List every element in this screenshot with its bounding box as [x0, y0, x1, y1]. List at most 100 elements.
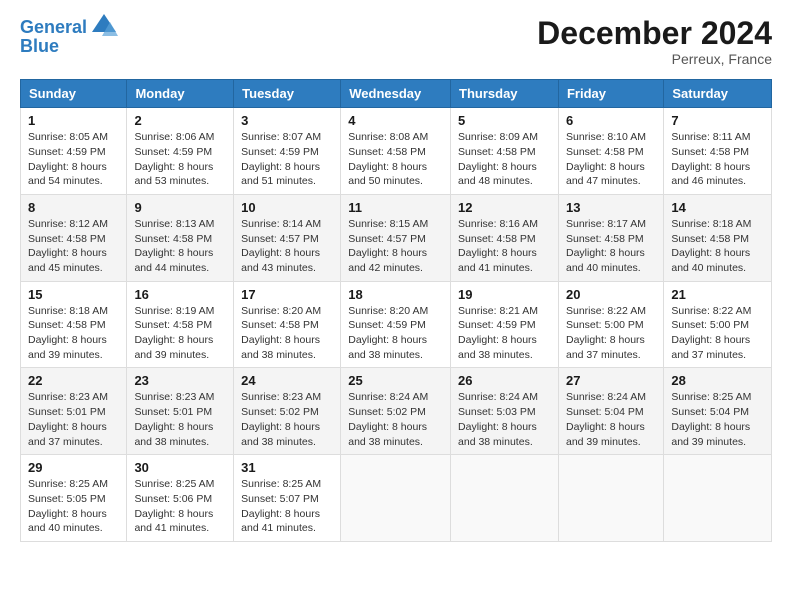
day-number: 23	[134, 373, 226, 388]
day-info: Sunrise: 8:13 AM Sunset: 4:58 PM Dayligh…	[134, 217, 226, 276]
day-cell: 27 Sunrise: 8:24 AM Sunset: 5:04 PM Dayli…	[558, 368, 663, 455]
day-info: Sunrise: 8:25 AM Sunset: 5:05 PM Dayligh…	[28, 477, 119, 536]
day-cell: 15Sunrise: 8:18 AM Sunset: 4:58 PM Dayli…	[21, 281, 127, 368]
day-info: Sunrise: 8:23 AM Sunset: 5:02 PM Dayligh…	[241, 390, 333, 449]
logo-text2: Blue	[20, 36, 59, 58]
day-number: 6	[566, 113, 656, 128]
day-info: Sunrise: 8:25 AM Sunset: 5:06 PM Dayligh…	[134, 477, 226, 536]
week-row-5: 29 Sunrise: 8:25 AM Sunset: 5:05 PM Dayli…	[21, 455, 772, 542]
day-cell: 6 Sunrise: 8:10 AM Sunset: 4:58 PM Daylig…	[558, 108, 663, 195]
day-number: 28	[671, 373, 764, 388]
day-info: Sunrise: 8:19 AM Sunset: 4:58 PM Dayligh…	[134, 304, 226, 363]
title-block: December 2024 Perreux, France	[537, 16, 772, 67]
day-info: Sunrise: 8:22 AM Sunset: 5:00 PM Dayligh…	[566, 304, 656, 363]
day-number: 7	[671, 113, 764, 128]
day-cell: 31Sunrise: 8:25 AM Sunset: 5:07 PM Dayli…	[234, 455, 341, 542]
day-cell: 2 Sunrise: 8:06 AM Sunset: 4:59 PM Daylig…	[127, 108, 234, 195]
day-number: 4	[348, 113, 443, 128]
day-cell: 13 Sunrise: 8:17 AM Sunset: 4:58 PM Dayli…	[558, 194, 663, 281]
day-number: 25	[348, 373, 443, 388]
day-info: Sunrise: 8:24 AM Sunset: 5:02 PM Dayligh…	[348, 390, 443, 449]
day-info: Sunrise: 8:20 AM Sunset: 4:59 PM Dayligh…	[348, 304, 443, 363]
day-number: 19	[458, 287, 551, 302]
day-info: Sunrise: 8:15 AM Sunset: 4:57 PM Dayligh…	[348, 217, 443, 276]
day-number: 20	[566, 287, 656, 302]
day-cell: 5Sunrise: 8:09 AM Sunset: 4:58 PM Daylig…	[451, 108, 559, 195]
col-header-friday: Friday	[558, 80, 663, 108]
day-info: Sunrise: 8:23 AM Sunset: 5:01 PM Dayligh…	[28, 390, 119, 449]
day-cell: 10Sunrise: 8:14 AM Sunset: 4:57 PM Dayli…	[234, 194, 341, 281]
day-number: 18	[348, 287, 443, 302]
header-row: SundayMondayTuesdayWednesdayThursdayFrid…	[21, 80, 772, 108]
day-number: 12	[458, 200, 551, 215]
day-info: Sunrise: 8:25 AM Sunset: 5:04 PM Dayligh…	[671, 390, 764, 449]
day-number: 3	[241, 113, 333, 128]
page: General Blue December 2024 Perreux, Fran…	[0, 0, 792, 612]
day-info: Sunrise: 8:18 AM Sunset: 4:58 PM Dayligh…	[671, 217, 764, 276]
calendar-header: SundayMondayTuesdayWednesdayThursdayFrid…	[21, 80, 772, 108]
col-header-tuesday: Tuesday	[234, 80, 341, 108]
day-number: 14	[671, 200, 764, 215]
day-cell: 8 Sunrise: 8:12 AM Sunset: 4:58 PM Daylig…	[21, 194, 127, 281]
day-number: 15	[28, 287, 119, 302]
day-cell: 20 Sunrise: 8:22 AM Sunset: 5:00 PM Dayli…	[558, 281, 663, 368]
day-number: 9	[134, 200, 226, 215]
location: Perreux, France	[537, 51, 772, 67]
day-cell: 22 Sunrise: 8:23 AM Sunset: 5:01 PM Dayli…	[21, 368, 127, 455]
day-cell: 11 Sunrise: 8:15 AM Sunset: 4:57 PM Dayli…	[341, 194, 451, 281]
week-row-3: 15Sunrise: 8:18 AM Sunset: 4:58 PM Dayli…	[21, 281, 772, 368]
day-cell: 19Sunrise: 8:21 AM Sunset: 4:59 PM Dayli…	[451, 281, 559, 368]
day-info: Sunrise: 8:23 AM Sunset: 5:01 PM Dayligh…	[134, 390, 226, 449]
col-header-wednesday: Wednesday	[341, 80, 451, 108]
day-cell: 23 Sunrise: 8:23 AM Sunset: 5:01 PM Dayli…	[127, 368, 234, 455]
day-number: 31	[241, 460, 333, 475]
day-cell: 9 Sunrise: 8:13 AM Sunset: 4:58 PM Daylig…	[127, 194, 234, 281]
day-cell	[558, 455, 663, 542]
day-number: 13	[566, 200, 656, 215]
day-info: Sunrise: 8:10 AM Sunset: 4:58 PM Dayligh…	[566, 130, 656, 189]
day-number: 27	[566, 373, 656, 388]
day-info: Sunrise: 8:06 AM Sunset: 4:59 PM Dayligh…	[134, 130, 226, 189]
col-header-monday: Monday	[127, 80, 234, 108]
day-cell	[341, 455, 451, 542]
day-cell: 29 Sunrise: 8:25 AM Sunset: 5:05 PM Dayli…	[21, 455, 127, 542]
day-number: 2	[134, 113, 226, 128]
day-cell: 21Sunrise: 8:22 AM Sunset: 5:00 PM Dayli…	[664, 281, 772, 368]
day-cell: 28 Sunrise: 8:25 AM Sunset: 5:04 PM Dayli…	[664, 368, 772, 455]
day-number: 11	[348, 200, 443, 215]
day-number: 22	[28, 373, 119, 388]
day-cell: 3Sunrise: 8:07 AM Sunset: 4:59 PM Daylig…	[234, 108, 341, 195]
day-number: 8	[28, 200, 119, 215]
day-info: Sunrise: 8:17 AM Sunset: 4:58 PM Dayligh…	[566, 217, 656, 276]
day-number: 1	[28, 113, 119, 128]
week-row-1: 1Sunrise: 8:05 AM Sunset: 4:59 PM Daylig…	[21, 108, 772, 195]
day-info: Sunrise: 8:11 AM Sunset: 4:58 PM Dayligh…	[671, 130, 764, 189]
calendar-body: 1Sunrise: 8:05 AM Sunset: 4:59 PM Daylig…	[21, 108, 772, 542]
day-cell: 26Sunrise: 8:24 AM Sunset: 5:03 PM Dayli…	[451, 368, 559, 455]
day-number: 5	[458, 113, 551, 128]
logo-icon	[90, 12, 118, 40]
header: General Blue December 2024 Perreux, Fran…	[20, 16, 772, 67]
day-cell: 4Sunrise: 8:08 AM Sunset: 4:58 PM Daylig…	[341, 108, 451, 195]
day-info: Sunrise: 8:24 AM Sunset: 5:03 PM Dayligh…	[458, 390, 551, 449]
month-title: December 2024	[537, 16, 772, 51]
calendar: SundayMondayTuesdayWednesdayThursdayFrid…	[20, 79, 772, 542]
day-number: 30	[134, 460, 226, 475]
day-cell: 30 Sunrise: 8:25 AM Sunset: 5:06 PM Dayli…	[127, 455, 234, 542]
logo: General Blue	[20, 16, 118, 58]
day-cell: 17 Sunrise: 8:20 AM Sunset: 4:58 PM Dayli…	[234, 281, 341, 368]
day-info: Sunrise: 8:12 AM Sunset: 4:58 PM Dayligh…	[28, 217, 119, 276]
day-cell: 16Sunrise: 8:19 AM Sunset: 4:58 PM Dayli…	[127, 281, 234, 368]
col-header-thursday: Thursday	[451, 80, 559, 108]
day-cell: 25 Sunrise: 8:24 AM Sunset: 5:02 PM Dayli…	[341, 368, 451, 455]
day-cell: 24 Sunrise: 8:23 AM Sunset: 5:02 PM Dayli…	[234, 368, 341, 455]
day-number: 17	[241, 287, 333, 302]
day-info: Sunrise: 8:24 AM Sunset: 5:04 PM Dayligh…	[566, 390, 656, 449]
day-cell: 7 Sunrise: 8:11 AM Sunset: 4:58 PM Daylig…	[664, 108, 772, 195]
day-info: Sunrise: 8:14 AM Sunset: 4:57 PM Dayligh…	[241, 217, 333, 276]
day-number: 29	[28, 460, 119, 475]
day-cell	[664, 455, 772, 542]
day-number: 24	[241, 373, 333, 388]
day-info: Sunrise: 8:20 AM Sunset: 4:58 PM Dayligh…	[241, 304, 333, 363]
day-cell: 14 Sunrise: 8:18 AM Sunset: 4:58 PM Dayli…	[664, 194, 772, 281]
